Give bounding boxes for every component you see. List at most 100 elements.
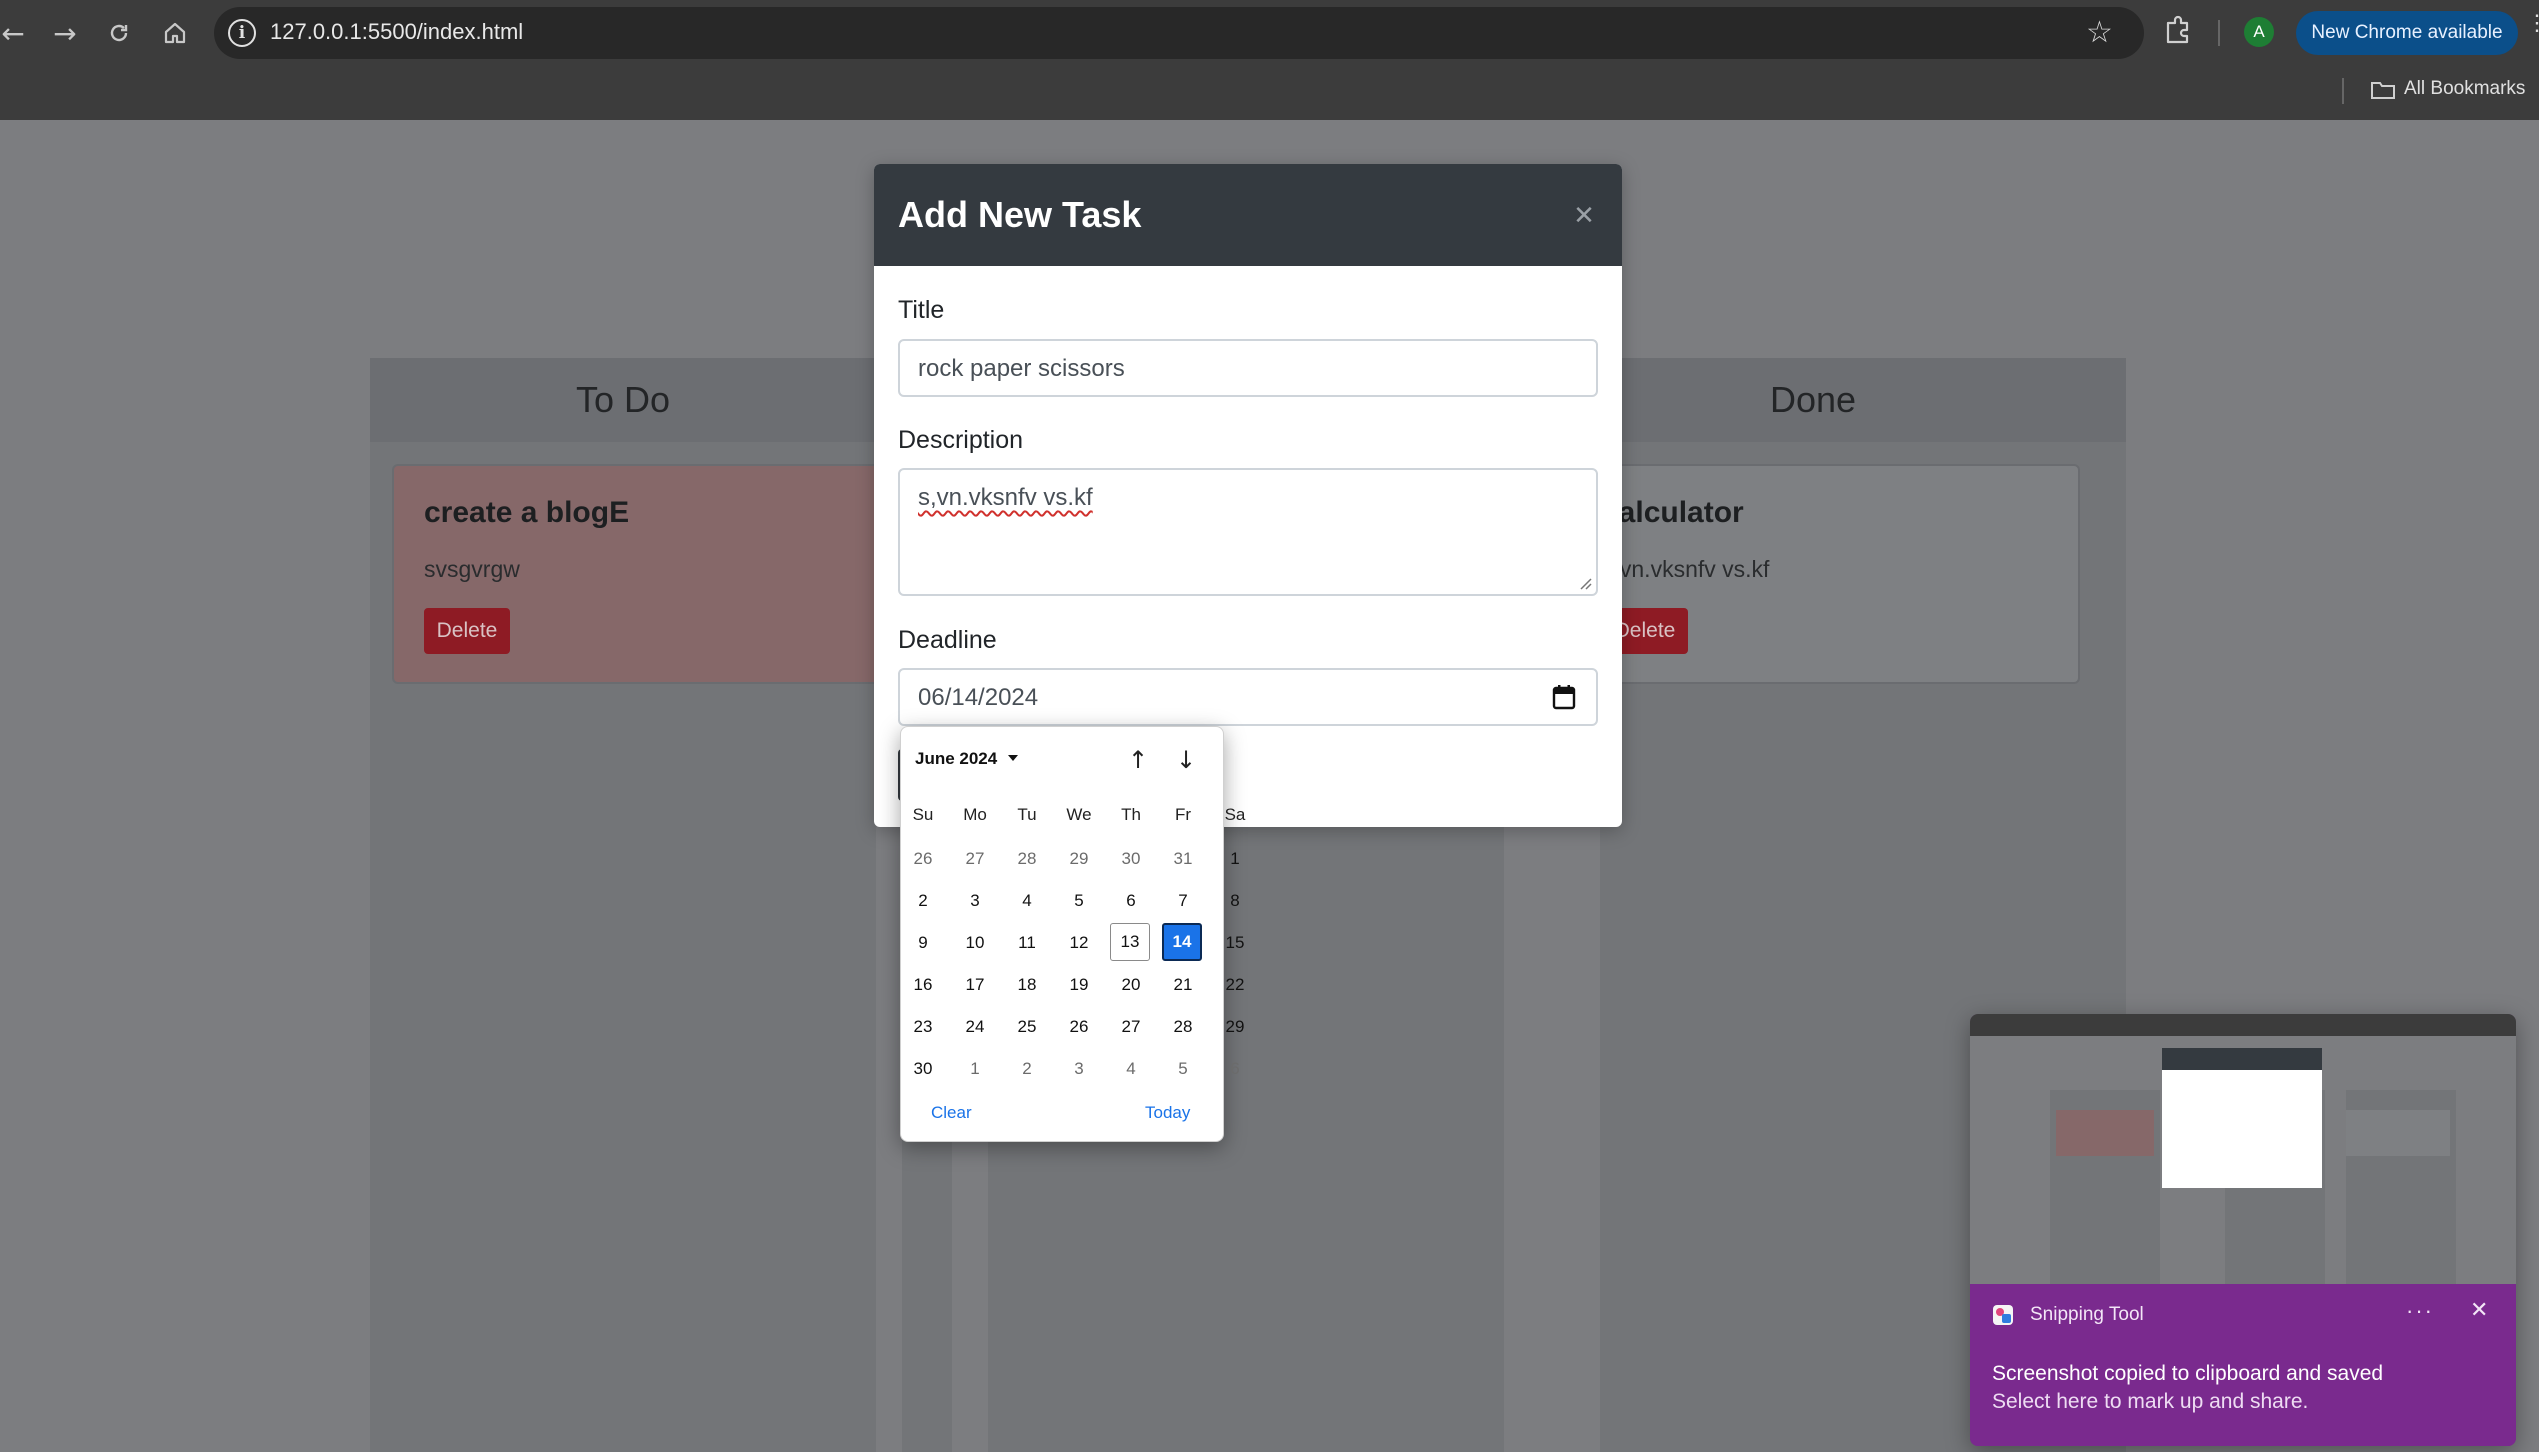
notification-body[interactable]: Snipping Tool ··· ✕ Screenshot copied to… bbox=[1970, 1284, 2516, 1446]
calendar-day[interactable]: 2 bbox=[902, 881, 944, 921]
reload-icon[interactable] bbox=[100, 14, 138, 52]
notification-app-name: Snipping Tool bbox=[2030, 1304, 2144, 1325]
calendar-day[interactable]: 26 bbox=[902, 839, 944, 879]
weekday-header: Fr bbox=[1174, 805, 1192, 824]
close-icon[interactable]: ✕ bbox=[2470, 1298, 2488, 1323]
next-month-icon[interactable]: ↓ bbox=[1171, 745, 1201, 775]
calendar-day[interactable]: 15 bbox=[1214, 923, 1256, 963]
previous-month-icon[interactable]: ↑ bbox=[1123, 745, 1153, 775]
calendar-day[interactable]: 30 bbox=[1110, 839, 1152, 879]
card-description: svsgvrgw bbox=[424, 556, 520, 582]
description-label: Description bbox=[898, 426, 1024, 454]
calendar-day[interactable]: 1 bbox=[954, 1049, 996, 1089]
month-dropdown-icon[interactable] bbox=[1008, 755, 1018, 761]
calendar-day[interactable]: 29 bbox=[1214, 1007, 1256, 1047]
folder-icon[interactable] bbox=[2370, 80, 2396, 100]
calendar-day[interactable]: 1 bbox=[1214, 839, 1256, 879]
description-value: s,vn.vksnfv vs.kf bbox=[918, 484, 1093, 511]
calendar-day[interactable]: 25 bbox=[1006, 1007, 1048, 1047]
title-label: Title bbox=[898, 296, 945, 324]
calendar-day[interactable]: 5 bbox=[1162, 1049, 1204, 1089]
title-input[interactable]: rock paper scissors bbox=[898, 339, 1598, 397]
site-info-icon[interactable]: i bbox=[228, 19, 256, 47]
calendar-day[interactable]: 18 bbox=[1006, 965, 1048, 1005]
calendar-icon[interactable] bbox=[1552, 684, 1576, 710]
forward-icon[interactable]: → bbox=[46, 14, 84, 52]
calendar-day[interactable]: 11 bbox=[1006, 923, 1048, 963]
calendar-day[interactable]: 26 bbox=[1058, 1007, 1100, 1047]
snipping-tool-icon bbox=[1993, 1305, 2013, 1325]
snipping-tool-notification[interactable]: Snipping Tool ··· ✕ Screenshot copied to… bbox=[1970, 1014, 2516, 1446]
weekday-header: Mo bbox=[963, 805, 987, 824]
calendar-day[interactable]: 27 bbox=[954, 839, 996, 879]
calendar-day[interactable]: 23 bbox=[902, 1007, 944, 1047]
calendar-day[interactable]: 12 bbox=[1058, 923, 1100, 963]
calendar-day[interactable]: 22 bbox=[1214, 965, 1256, 1005]
today-button[interactable]: Today bbox=[1145, 1103, 1190, 1123]
deadline-label: Deadline bbox=[898, 626, 997, 654]
deadline-value: 06/14/2024 bbox=[918, 684, 1039, 711]
bookmarks-divider bbox=[2342, 78, 2344, 104]
weekday-header: Tu bbox=[1017, 805, 1037, 824]
browser-toolbar: ← → i 127.0.0.1:5500/index.html ☆ A New … bbox=[0, 0, 2539, 66]
calendar-day[interactable]: 27 bbox=[1110, 1007, 1152, 1047]
calendar-day[interactable]: 7 bbox=[1162, 881, 1204, 921]
extensions-icon[interactable] bbox=[2162, 15, 2194, 47]
weekday-header: Su bbox=[912, 805, 934, 824]
calendar-day[interactable]: 17 bbox=[954, 965, 996, 1005]
calendar-day[interactable]: 24 bbox=[954, 1007, 996, 1047]
description-textarea[interactable]: s,vn.vksnfv vs.kf bbox=[898, 468, 1598, 596]
calendar-day[interactable]: 21 bbox=[1162, 965, 1204, 1005]
calendar-day[interactable]: 3 bbox=[1058, 1049, 1100, 1089]
card-description: s,vn.vksnfv vs.kf bbox=[1602, 556, 1770, 582]
calendar-day[interactable]: 8 bbox=[1214, 881, 1256, 921]
delete-button[interactable]: Delete bbox=[424, 608, 510, 654]
home-icon[interactable] bbox=[156, 14, 194, 52]
calendar-day[interactable]: 28 bbox=[1162, 1007, 1204, 1047]
screenshot-thumbnail[interactable] bbox=[1970, 1014, 2516, 1284]
calendar-day[interactable]: 9 bbox=[902, 923, 944, 963]
calendar-day[interactable]: 19 bbox=[1058, 965, 1100, 1005]
calendar-day[interactable]: 30 bbox=[902, 1049, 944, 1089]
calendar-day[interactable]: 10 bbox=[954, 923, 996, 963]
calendar-day[interactable]: 20 bbox=[1110, 965, 1152, 1005]
calendar-day[interactable]: 3 bbox=[954, 881, 996, 921]
calendar-day[interactable]: 5 bbox=[1058, 881, 1100, 921]
date-picker: June 2024 ↑ ↓ Su Mo Tu We Th Fr Sa 26 27 28 29 30 3… bbox=[900, 726, 1245, 1142]
weekday-header: Sa bbox=[1224, 805, 1246, 824]
profile-avatar[interactable]: A bbox=[2244, 17, 2274, 47]
calendar-day[interactable]: 2 bbox=[1006, 1049, 1048, 1089]
address-bar[interactable]: i 127.0.0.1:5500/index.html ☆ bbox=[214, 7, 2144, 59]
selected-day[interactable]: 14 bbox=[1162, 923, 1202, 961]
back-icon[interactable]: ← bbox=[0, 14, 32, 52]
all-bookmarks-link[interactable]: All Bookmarks bbox=[2404, 78, 2525, 100]
calendar-day[interactable]: 28 bbox=[1006, 839, 1048, 879]
url-text: 127.0.0.1:5500/index.html bbox=[270, 19, 524, 44]
notification-sub-message: Select here to mark up and share. bbox=[1992, 1390, 2309, 1413]
resize-grip-icon[interactable] bbox=[1578, 576, 1592, 590]
task-card: create a blogE svsgvrgw Delete bbox=[392, 464, 892, 684]
calendar-day[interactable]: 16 bbox=[902, 965, 944, 1005]
close-icon[interactable]: ✕ bbox=[1566, 198, 1602, 234]
calendar-day[interactable]: 6 bbox=[1214, 1049, 1256, 1089]
bookmark-star-icon[interactable]: ☆ bbox=[2086, 18, 2113, 48]
modal-title: Add New Task bbox=[898, 194, 1142, 235]
calendar-day[interactable]: 31 bbox=[1162, 839, 1204, 879]
calendar-day[interactable]: 13 bbox=[1110, 923, 1150, 961]
clear-button[interactable]: Clear bbox=[931, 1103, 972, 1123]
notification-message: Screenshot copied to clipboard and saved bbox=[1992, 1362, 2384, 1385]
calendar-day[interactable]: 29 bbox=[1058, 839, 1100, 879]
month-year-selector[interactable]: June 2024 bbox=[915, 749, 997, 769]
calendar-day[interactable]: 4 bbox=[1110, 1049, 1152, 1089]
bookmarks-bar: All Bookmarks bbox=[0, 66, 2539, 120]
deadline-input[interactable]: 06/14/2024 bbox=[898, 668, 1598, 726]
browser-chrome: ← → i 127.0.0.1:5500/index.html ☆ A New … bbox=[0, 0, 2539, 120]
column-header-todo: To Do bbox=[370, 358, 876, 442]
title-input-value: rock paper scissors bbox=[918, 355, 1125, 382]
menu-icon[interactable]: ⋮ bbox=[2526, 12, 2539, 34]
weekday-header: We bbox=[1066, 805, 1092, 824]
calendar-day[interactable]: 6 bbox=[1110, 881, 1152, 921]
new-chrome-button[interactable]: New Chrome available bbox=[2296, 11, 2518, 55]
more-options-icon[interactable]: ··· bbox=[2406, 1298, 2434, 1324]
calendar-day[interactable]: 4 bbox=[1006, 881, 1048, 921]
